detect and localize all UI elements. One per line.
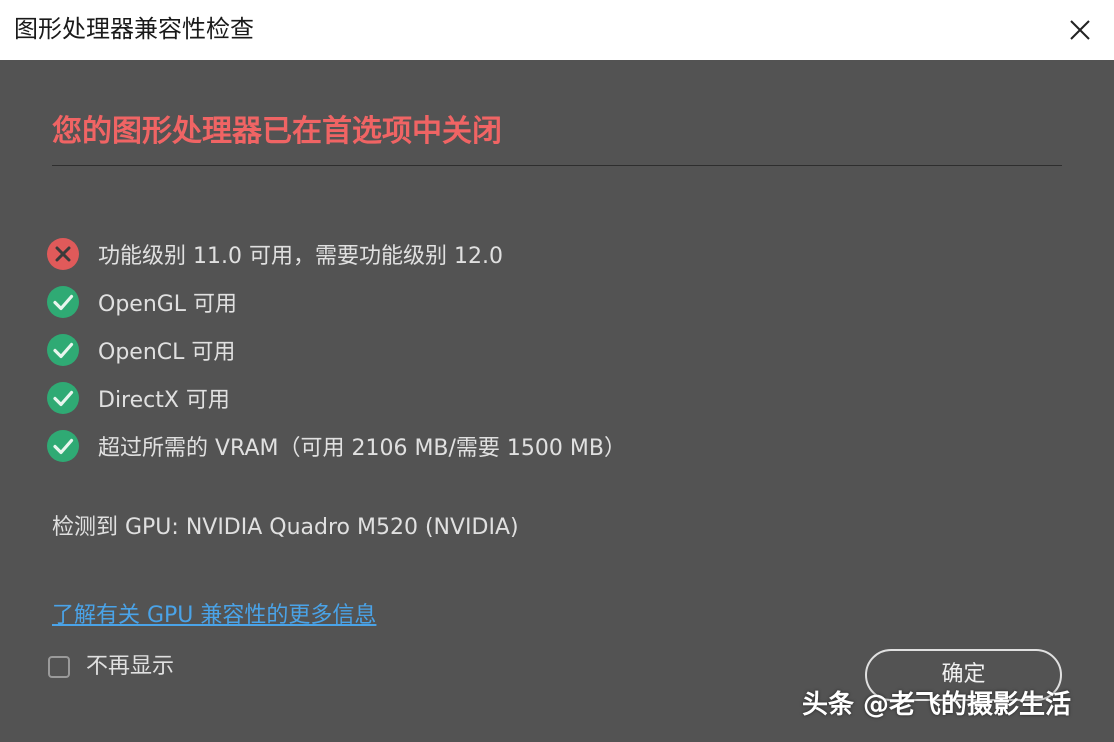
check-icon [47,286,79,318]
check-text: OpenCL 可用 [98,340,236,365]
more-info-link[interactable]: 了解有关 GPU 兼容性的更多信息 [52,601,376,631]
watermark: 头条 @老飞的摄影生活 [802,690,1072,720]
error-x-icon [47,238,79,270]
gpu-detected-text: 检测到 GPU: NVIDIA Quadro M520 (NVIDIA) [52,515,519,540]
dont-show-again-checkbox[interactable]: 不再显示 [48,652,174,682]
window-title: 图形处理器兼容性检查 [14,15,254,43]
check-icon [47,430,79,462]
check-icon [47,382,79,414]
status-heading: 您的图形处理器已在首选项中关闭 [52,114,502,149]
close-button[interactable] [1062,12,1098,48]
check-text: 超过所需的 VRAM（可用 2106 MB/需要 1500 MB） [98,436,626,461]
title-bar: 图形处理器兼容性检查 [0,0,1114,60]
check-list: 功能级别 11.0 可用，需要功能级别 12.0 OpenGL 可用 OpenC… [46,230,626,470]
close-icon [1070,20,1090,40]
check-text: OpenGL 可用 [98,292,238,317]
checkbox-box[interactable] [48,656,70,678]
check-item-directx: DirectX 可用 [46,374,626,422]
check-item-vram: 超过所需的 VRAM（可用 2106 MB/需要 1500 MB） [46,422,626,470]
check-icon [47,334,79,366]
gpu-compat-dialog: 图形处理器兼容性检查 您的图形处理器已在首选项中关闭 功能级别 11.0 可用，… [0,0,1114,742]
check-item-opengl: OpenGL 可用 [46,278,626,326]
check-text: 功能级别 11.0 可用，需要功能级别 12.0 [98,244,503,269]
dont-show-again-label: 不再显示 [86,654,175,679]
check-item-feature-level: 功能级别 11.0 可用，需要功能级别 12.0 [46,230,626,278]
check-text: DirectX 可用 [98,388,230,413]
divider [52,165,1062,166]
check-item-opencl: OpenCL 可用 [46,326,626,374]
